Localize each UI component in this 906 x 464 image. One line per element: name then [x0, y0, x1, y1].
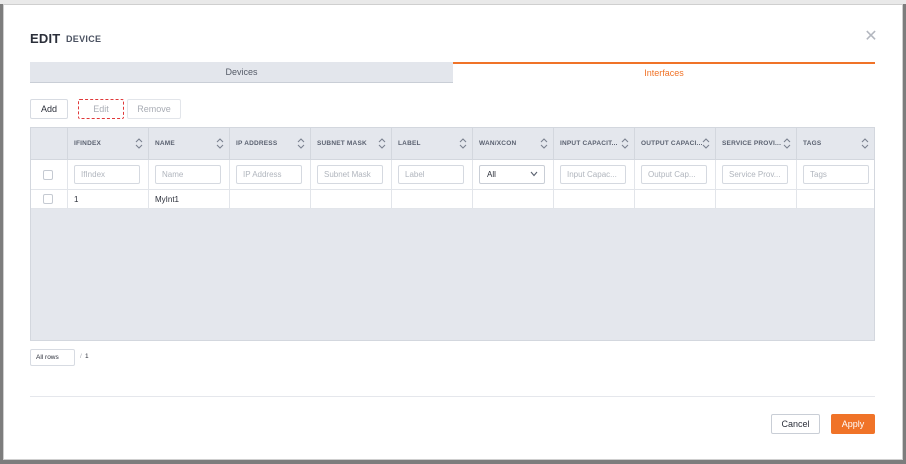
add-button[interactable]: Add	[30, 99, 68, 119]
cell-wan-xcon	[472, 190, 553, 209]
name-filter-input[interactable]	[155, 165, 221, 184]
footer-divider	[30, 396, 875, 397]
filter-cell	[715, 160, 796, 190]
pagination-separator: /	[80, 353, 82, 360]
tags-filter-input[interactable]	[803, 165, 869, 184]
sort-icon[interactable]	[702, 138, 710, 149]
sort-icon[interactable]	[459, 138, 467, 149]
edit-device-dialog: EDIT DEVICE ✕ Devices Interfaces Add Edi…	[3, 4, 903, 460]
column-label: SERVICE PROVI...	[722, 140, 782, 147]
column-header-wan-xcon[interactable]: WAN/XCON	[472, 128, 553, 159]
sort-icon[interactable]	[378, 138, 386, 149]
select-all-checkbox[interactable]	[43, 170, 53, 180]
table-row[interactable]: 1 MyInt1	[31, 190, 874, 209]
service-provider-filter-input[interactable]	[722, 165, 788, 184]
table-header-row: IFINDEX NAME IP ADDRESS SUBNET MASK LABE…	[31, 128, 874, 160]
apply-button[interactable]: Apply	[831, 414, 875, 434]
dialog-subtitle: DEVICE	[66, 34, 102, 44]
ip-address-filter-input[interactable]	[236, 165, 302, 184]
cell-name: MyInt1	[148, 190, 229, 209]
column-label: INPUT CAPACIT...	[560, 140, 618, 147]
column-header-name[interactable]: NAME	[148, 128, 229, 159]
column-label: SUBNET MASK	[317, 140, 367, 147]
ifindex-filter-input[interactable]	[74, 165, 140, 184]
column-header-ifindex[interactable]: IFINDEX	[67, 128, 148, 159]
rows-per-page-select[interactable]: All rows	[30, 349, 75, 366]
cell-input-capacity	[553, 190, 634, 209]
label-filter-input[interactable]	[398, 165, 464, 184]
sort-icon[interactable]	[861, 138, 869, 149]
wan-xcon-selected-value: All	[487, 170, 496, 179]
sort-icon[interactable]	[297, 138, 305, 149]
input-capacity-filter-input[interactable]	[560, 165, 626, 184]
filter-cell	[634, 160, 715, 190]
column-header-ip-address[interactable]: IP ADDRESS	[229, 128, 310, 159]
filter-cell	[796, 160, 874, 190]
page-count: 1	[85, 353, 89, 360]
filter-cell	[148, 160, 229, 190]
cell-output-capacity	[634, 190, 715, 209]
sort-icon[interactable]	[540, 138, 548, 149]
filter-cell: All	[472, 160, 553, 190]
column-label: NAME	[155, 140, 175, 147]
column-header-subnet-mask[interactable]: SUBNET MASK	[310, 128, 391, 159]
column-header-output-capacity[interactable]: OUTPUT CAPACI...	[634, 128, 715, 159]
column-label: WAN/XCON	[479, 140, 517, 147]
filter-row: All	[31, 160, 874, 190]
row-checkbox[interactable]	[43, 194, 53, 204]
cell-ip-address	[229, 190, 310, 209]
cell-service-provider	[715, 190, 796, 209]
chevron-down-icon	[530, 171, 538, 177]
filter-cell	[310, 160, 391, 190]
cell-label	[391, 190, 472, 209]
interfaces-table: IFINDEX NAME IP ADDRESS SUBNET MASK LABE…	[30, 127, 875, 341]
filter-cell	[67, 160, 148, 190]
subnet-mask-filter-input[interactable]	[317, 165, 383, 184]
filter-cell	[391, 160, 472, 190]
cancel-button[interactable]: Cancel	[771, 414, 820, 434]
close-icon[interactable]: ✕	[863, 29, 879, 45]
tab-devices[interactable]: Devices	[30, 62, 453, 83]
column-label: IFINDEX	[74, 140, 102, 147]
sort-icon[interactable]	[783, 138, 791, 149]
wan-xcon-filter-select[interactable]: All	[479, 165, 545, 184]
column-header-tags[interactable]: TAGS	[796, 128, 874, 159]
cell-tags	[796, 190, 874, 209]
edit-button[interactable]: Edit	[78, 99, 124, 119]
filter-cell	[553, 160, 634, 190]
sort-icon[interactable]	[621, 138, 629, 149]
sort-icon[interactable]	[135, 138, 143, 149]
remove-button[interactable]: Remove	[127, 99, 181, 119]
column-header-label[interactable]: LABEL	[391, 128, 472, 159]
column-header-service-provider[interactable]: SERVICE PROVI...	[715, 128, 796, 159]
filter-cell	[229, 160, 310, 190]
column-label: LABEL	[398, 140, 421, 147]
sort-icon[interactable]	[216, 138, 224, 149]
cell-ifindex: 1	[67, 190, 148, 209]
output-capacity-filter-input[interactable]	[641, 165, 707, 184]
tab-interfaces[interactable]: Interfaces	[453, 62, 875, 83]
cell-subnet-mask	[310, 190, 391, 209]
column-label: TAGS	[803, 140, 822, 147]
column-label: IP ADDRESS	[236, 140, 278, 147]
dialog-title: EDIT	[30, 31, 61, 46]
column-header-input-capacity[interactable]: INPUT CAPACIT...	[553, 128, 634, 159]
column-label: OUTPUT CAPACI...	[641, 140, 703, 147]
